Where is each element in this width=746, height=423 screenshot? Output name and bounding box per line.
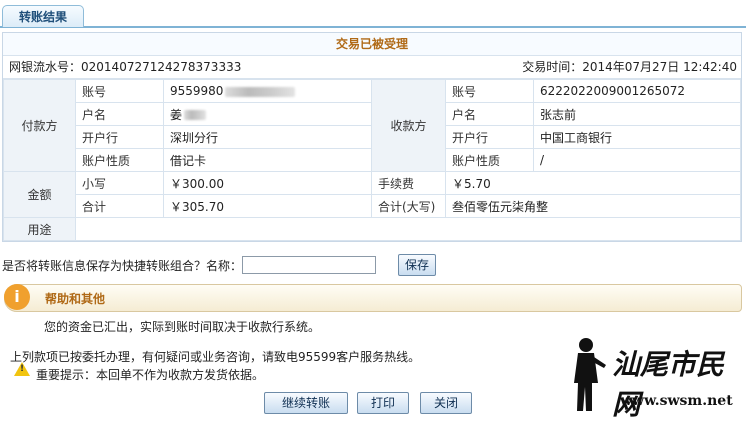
payee-name-label: 户名: [445, 102, 534, 126]
payee-account-label: 账号: [445, 79, 534, 103]
payee-bank: 中国工商银行: [533, 125, 741, 149]
serial-value: 020140727124278373333: [81, 60, 242, 74]
table-row: 用途: [3, 217, 741, 241]
tab-transfer-result[interactable]: 转账结果: [2, 5, 84, 27]
amount-total-label: 合计: [75, 194, 164, 218]
payee-section: 收款方: [371, 79, 446, 172]
payee-bank-label: 开户行: [445, 125, 534, 149]
print-button[interactable]: 打印: [357, 392, 409, 414]
payer-name-label: 户名: [75, 102, 164, 126]
combo-name-input[interactable]: [242, 256, 376, 274]
amount-total: ￥305.70: [163, 194, 372, 218]
payer-name: 姜: [163, 102, 372, 126]
help-header: i 帮助和其他: [4, 284, 742, 312]
amount-section: 金额: [3, 171, 76, 218]
usage-label: 用途: [3, 217, 76, 241]
result-meta: 网银流水号：020140727124278373333 交易时间：2014年07…: [3, 56, 741, 79]
amount-small-label: 小写: [75, 171, 164, 195]
save-button[interactable]: 保存: [398, 254, 436, 276]
total-capital: 叁佰零伍元柒角整: [445, 194, 741, 218]
payer-type: 借记卡: [163, 148, 372, 172]
payee-type-label: 账户性质: [445, 148, 534, 172]
time-value: 2014年07月27日 12:42:40: [582, 60, 737, 74]
table-row: 合计 ￥305.70 合计(大写) 叁佰零伍元柒角整: [4, 194, 741, 218]
table-row: 金额 小写 ￥300.00 手续费 ￥5.70: [3, 171, 741, 218]
masked-text: [184, 110, 207, 120]
save-prompt: 是否将转账信息保存为快捷转账组合？名称：: [2, 259, 243, 273]
time-label: 交易时间：: [522, 60, 583, 74]
watermark-url: www.swsm.net: [620, 393, 733, 409]
serial-label: 网银流水号：: [9, 60, 82, 74]
fee-label: 手续费: [371, 171, 446, 195]
result-status: 交易已被受理: [3, 33, 741, 56]
usage-value: [75, 217, 741, 241]
payee-type: /: [533, 148, 741, 172]
payer-account-label: 账号: [75, 79, 164, 103]
close-button[interactable]: 关闭: [420, 392, 472, 414]
payee-account: 6222022009001265072: [533, 79, 741, 103]
help-line-3: 重要提示：本回单不作为收款方发货依据。: [36, 368, 265, 382]
continue-transfer-button[interactable]: 继续转账: [264, 392, 348, 414]
payer-type-label: 账户性质: [75, 148, 164, 172]
watermark-logo: 汕尾市民网 www.swsm.net: [566, 335, 742, 421]
transfer-table: 付款方 账号 9559980 收款方 账号 622202200900126507…: [3, 79, 741, 241]
info-icon: i: [4, 284, 30, 310]
save-combo-row: 是否将转账信息保存为快捷转账组合？名称：: [2, 256, 376, 276]
table-row: 付款方 账号 9559980 收款方 账号 622202200900126507…: [3, 79, 741, 172]
tab-bar: 转账结果: [0, 0, 746, 28]
help-line-1: 您的资金已汇出，实际到账时间取决于收款行系统。: [44, 320, 321, 334]
help-title: 帮助和其他: [45, 292, 106, 306]
watermark-text: 汕尾市民网: [612, 348, 725, 421]
amount-small: ￥300.00: [163, 171, 372, 195]
payer-bank-label: 开户行: [75, 125, 164, 149]
masked-text: [225, 86, 296, 97]
payer-account: 9559980: [163, 79, 372, 103]
result-panel: 交易已被受理 网银流水号：020140727124278373333 交易时间：…: [2, 32, 742, 242]
warning-icon: !: [14, 362, 30, 376]
fee-value: ￥5.70: [445, 171, 741, 195]
payer-bank: 深圳分行: [163, 125, 372, 149]
payee-name: 张志前: [533, 102, 741, 126]
help-line-2: 上列款项已按委托办理，有何疑问或业务咨询，请致电95599客户服务热线。: [10, 350, 421, 364]
payer-section: 付款方: [3, 79, 76, 172]
total-capital-label: 合计(大写): [371, 194, 446, 218]
